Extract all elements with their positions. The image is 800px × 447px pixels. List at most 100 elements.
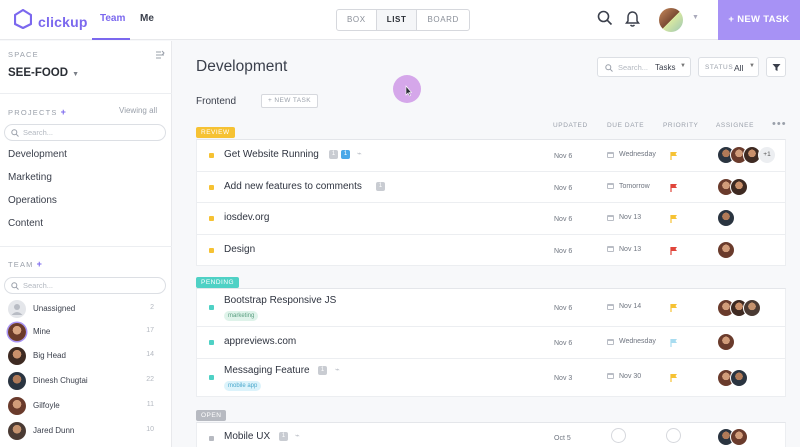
nav-me[interactable]: Me <box>140 13 154 24</box>
due-date-text: Wednesday <box>619 151 656 158</box>
status-dot <box>209 374 214 380</box>
view-box-tab[interactable]: BOX <box>337 10 377 30</box>
task-group-open: Mobile UX 1 ⌁ Oct 5 <box>196 422 786 447</box>
column-header-assignee[interactable]: ASSIGNEE <box>716 122 754 129</box>
priority-flag-icon[interactable] <box>670 338 678 347</box>
task-name[interactable]: iosdev.org <box>224 212 269 223</box>
task-search-input[interactable]: Search... Tasks ▼ <box>597 57 691 77</box>
status-dot <box>209 247 214 253</box>
priority-flag-icon[interactable] <box>670 246 678 255</box>
tag-badge[interactable]: marketing <box>224 311 259 321</box>
attachment-icon[interactable]: ⌁ <box>335 365 340 374</box>
task-row[interactable]: iosdev.org Nov 6 Nov 13 <box>197 203 785 235</box>
team-member-jared-dunn[interactable]: Jared Dunn 10 <box>8 422 158 440</box>
more-options-icon[interactable]: ••• <box>772 118 787 130</box>
team-member-mine[interactable]: Mine 17 <box>8 323 158 341</box>
team-member-unassigned[interactable]: Unassigned 2 <box>8 300 158 318</box>
chevron-down-icon[interactable]: ▼ <box>692 14 699 21</box>
task-name[interactable]: Add new features to comments <box>224 181 362 192</box>
avatar <box>743 299 761 317</box>
project-search-input[interactable]: Search... <box>4 124 166 141</box>
page-title: Development <box>196 58 288 75</box>
priority-flag-icon[interactable] <box>670 151 678 160</box>
task-row[interactable]: Add new features to comments 1 Nov 6 Tom… <box>197 172 785 203</box>
column-header-priority[interactable]: PRIORITY <box>663 122 699 129</box>
viewing-all-link[interactable]: Viewing all <box>119 106 157 115</box>
due-date[interactable]: Nov 13 <box>607 214 641 221</box>
task-row[interactable]: Bootstrap Responsive JS marketing Nov 6 … <box>197 289 785 327</box>
space-selector[interactable]: SEE-FOOD ▼ <box>8 67 79 79</box>
due-date-text: Nov 30 <box>619 372 642 380</box>
search-scope-select[interactable]: Tasks <box>655 63 675 72</box>
task-row[interactable]: Design Nov 6 Nov 13 <box>197 235 785 266</box>
cursor-highlight <box>393 75 421 103</box>
task-count: 22 <box>146 376 154 383</box>
set-due-date-icon[interactable] <box>611 428 626 443</box>
search-placeholder: Search... <box>23 281 54 290</box>
calendar-icon <box>607 246 614 252</box>
task-row[interactable]: Get Website Running 1 1 ⌁ Nov 6 Wednesda… <box>197 140 785 172</box>
view-board-tab[interactable]: BOARD <box>417 10 468 30</box>
status-filter-value: All <box>734 63 744 73</box>
set-priority-icon[interactable] <box>666 428 681 443</box>
task-name[interactable]: Get Website Running <box>224 149 319 160</box>
status-dot <box>209 436 214 441</box>
avatar <box>8 422 26 440</box>
column-header-due-date[interactable]: DUE DATE <box>607 122 644 129</box>
priority-flag-icon[interactable] <box>670 373 678 382</box>
view-list-tab[interactable]: LIST <box>376 10 418 30</box>
add-project-icon[interactable]: + <box>61 107 66 117</box>
calendar-icon <box>607 183 614 189</box>
sidebar-item-development[interactable]: Development <box>8 149 67 160</box>
team-member-dinesh-chugtai[interactable]: Dinesh Chugtai 22 <box>8 372 158 390</box>
task-count: 17 <box>146 327 154 334</box>
task-name[interactable]: Messaging Feature <box>224 365 310 376</box>
status-dot <box>209 216 214 221</box>
status-filter-select[interactable]: STATUS All ▼ <box>698 57 759 77</box>
attachment-icon[interactable]: ⌁ <box>357 149 362 158</box>
team-member-gilfoyle[interactable]: Gilfoyle 11 <box>8 397 158 415</box>
priority-flag-icon[interactable] <box>670 214 678 223</box>
add-team-member-icon[interactable]: + <box>37 259 42 269</box>
sidebar-item-operations[interactable]: Operations <box>8 195 57 206</box>
task-name[interactable]: Bootstrap Responsive JS <box>224 295 336 306</box>
task-row[interactable]: Messaging Feature 1 ⌁ mobile app Nov 3 N… <box>197 359 785 397</box>
list-name: Frontend <box>196 96 237 107</box>
due-date[interactable]: Nov 13 <box>607 246 641 253</box>
task-name[interactable]: Mobile UX <box>224 431 270 442</box>
priority-flag-icon[interactable] <box>670 303 678 312</box>
logo[interactable]: clickup <box>13 8 88 34</box>
user-avatar[interactable] <box>659 8 683 32</box>
attachment-icon[interactable]: ⌁ <box>295 431 300 440</box>
task-name[interactable]: Design <box>224 244 255 255</box>
updated-date: Nov 6 <box>554 216 573 223</box>
task-name[interactable]: appreviews.com <box>224 336 296 347</box>
sidebar-item-content[interactable]: Content <box>8 218 43 229</box>
sidebar-item-marketing[interactable]: Marketing <box>8 172 52 183</box>
due-date[interactable]: Wednesday <box>607 338 656 345</box>
due-date[interactable]: Wednesday <box>607 151 656 158</box>
subtask-count-badge: 1 <box>329 150 338 159</box>
priority-flag-icon[interactable] <box>670 183 678 192</box>
nav-team[interactable]: Team <box>100 13 125 24</box>
column-header-updated[interactable]: UPDATED <box>553 122 588 129</box>
due-date[interactable]: Nov 30 <box>607 373 641 380</box>
new-task-button[interactable]: + NEW TASK <box>718 0 800 40</box>
updated-date: Nov 6 <box>554 340 573 347</box>
due-date-text: Nov 14 <box>619 303 642 310</box>
bell-icon[interactable] <box>625 10 640 33</box>
search-icon[interactable] <box>597 10 613 31</box>
add-task-button[interactable]: + NEW TASK <box>261 94 318 108</box>
task-row[interactable]: Mobile UX 1 ⌁ Oct 5 <box>197 423 785 447</box>
task-count: 14 <box>146 351 154 358</box>
tag-badge[interactable]: mobile app <box>224 380 262 391</box>
team-search-input[interactable]: Search... <box>4 277 166 294</box>
collapse-sidebar-icon[interactable] <box>155 47 165 65</box>
subtask-count-badge: 1 <box>318 365 327 375</box>
task-count: 2 <box>150 304 154 311</box>
filter-button[interactable] <box>766 57 786 77</box>
team-member-big-head[interactable]: Big Head 14 <box>8 347 158 365</box>
due-date[interactable]: Nov 14 <box>607 303 641 310</box>
task-row[interactable]: appreviews.com Nov 6 Wednesday <box>197 327 785 359</box>
due-date[interactable]: Tomorrow <box>607 183 650 190</box>
